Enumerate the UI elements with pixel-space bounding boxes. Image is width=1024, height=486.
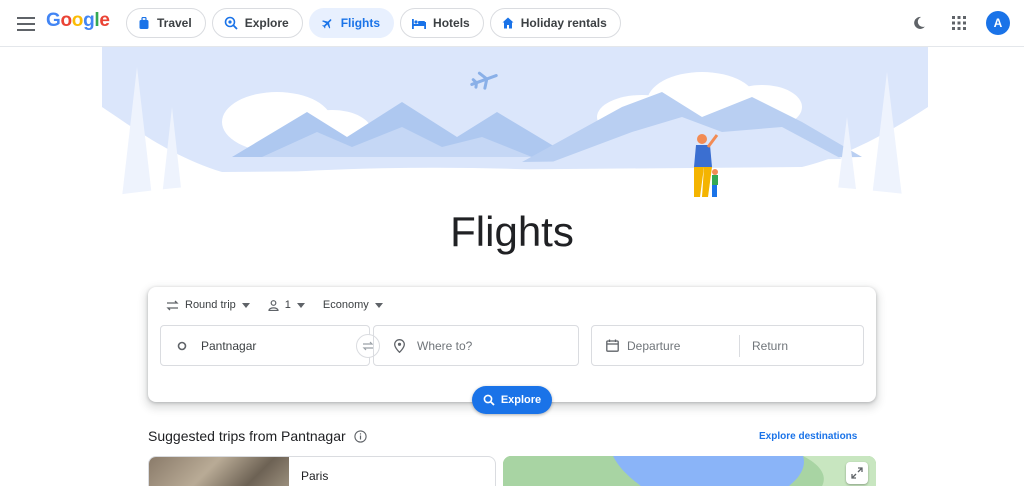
top-bar: Google Travel Explore Flights Hotels Hol… (0, 0, 1024, 47)
return-placeholder[interactable]: Return (752, 339, 788, 353)
paris-image (149, 457, 289, 486)
hero-illustration (102, 47, 928, 217)
origin-field[interactable]: Pantnagar (160, 325, 370, 366)
tab-label: Hotels (433, 16, 470, 30)
tab-flights[interactable]: Flights (308, 8, 395, 38)
dark-mode-icon[interactable] (906, 10, 932, 36)
tab-hotels[interactable]: Hotels (400, 8, 484, 38)
explore-button-label: Explore (500, 394, 542, 406)
person-icon (268, 299, 279, 311)
search-options: Round trip 1 Economy (166, 299, 383, 311)
origin-circle-icon (177, 341, 187, 350)
cabin-class-label: Economy (322, 299, 369, 311)
location-pin-icon (394, 338, 405, 353)
header-actions: A (906, 10, 1010, 36)
search-icon (483, 394, 495, 406)
dropdown-arrow-icon (241, 302, 250, 308)
info-icon[interactable] (354, 429, 367, 443)
suggested-trips-title: Suggested trips from Pantnagar (148, 428, 346, 444)
tab-label: Travel (157, 16, 192, 30)
plane-icon (321, 18, 332, 28)
trip-type-label: Round trip (185, 299, 236, 311)
destinations-map[interactable] (503, 456, 876, 486)
calendar-icon (606, 339, 619, 352)
suitcase-icon (139, 16, 149, 29)
avatar[interactable]: A (986, 11, 1010, 35)
date-divider (739, 334, 740, 357)
page-title: Flights (450, 208, 574, 255)
destination-field[interactable]: Where to? (373, 325, 579, 366)
explore-destinations-link[interactable]: Explore destinations (759, 431, 857, 442)
origin-value: Pantnagar (201, 338, 257, 353)
dates-field[interactable]: Departure Return (591, 325, 864, 366)
dropdown-arrow-icon (296, 302, 305, 308)
tab-travel[interactable]: Travel (126, 8, 206, 38)
tab-explore[interactable]: Explore (211, 8, 303, 38)
tab-label: Holiday rentals (520, 16, 607, 30)
passengers-count: 1 (284, 299, 291, 311)
departure-placeholder[interactable]: Departure (627, 339, 739, 353)
passengers-select[interactable]: 1 (268, 299, 305, 311)
explore-button[interactable]: Explore (472, 386, 552, 414)
google-logo[interactable]: Google (46, 10, 110, 32)
flight-search-card: Round trip 1 Economy Pantnagar Where to?… (148, 287, 876, 402)
trip-type-select[interactable]: Round trip (166, 299, 250, 311)
dropdown-arrow-icon (374, 302, 383, 308)
trip-card-paris[interactable]: Paris (148, 456, 496, 486)
destination-placeholder: Where to? (417, 338, 473, 353)
expand-icon (851, 467, 863, 479)
cabin-class-select[interactable]: Economy (323, 299, 383, 311)
tab-label: Explore (244, 16, 289, 30)
house-icon (502, 17, 514, 29)
suggested-trips-heading: Suggested trips from Pantnagar (148, 428, 367, 444)
swap-arrows-icon (166, 300, 179, 310)
bed-icon (412, 18, 427, 29)
trip-destination-name: Paris (301, 469, 329, 483)
menu-icon[interactable] (14, 12, 38, 36)
tab-label: Flights (340, 16, 381, 30)
product-tabs: Travel Explore Flights Hotels Holiday re… (126, 8, 621, 38)
explore-icon (224, 16, 238, 30)
tab-holiday-rentals[interactable]: Holiday rentals (489, 8, 621, 38)
apps-grid-icon[interactable] (946, 10, 972, 36)
expand-map-button[interactable] (846, 462, 868, 484)
